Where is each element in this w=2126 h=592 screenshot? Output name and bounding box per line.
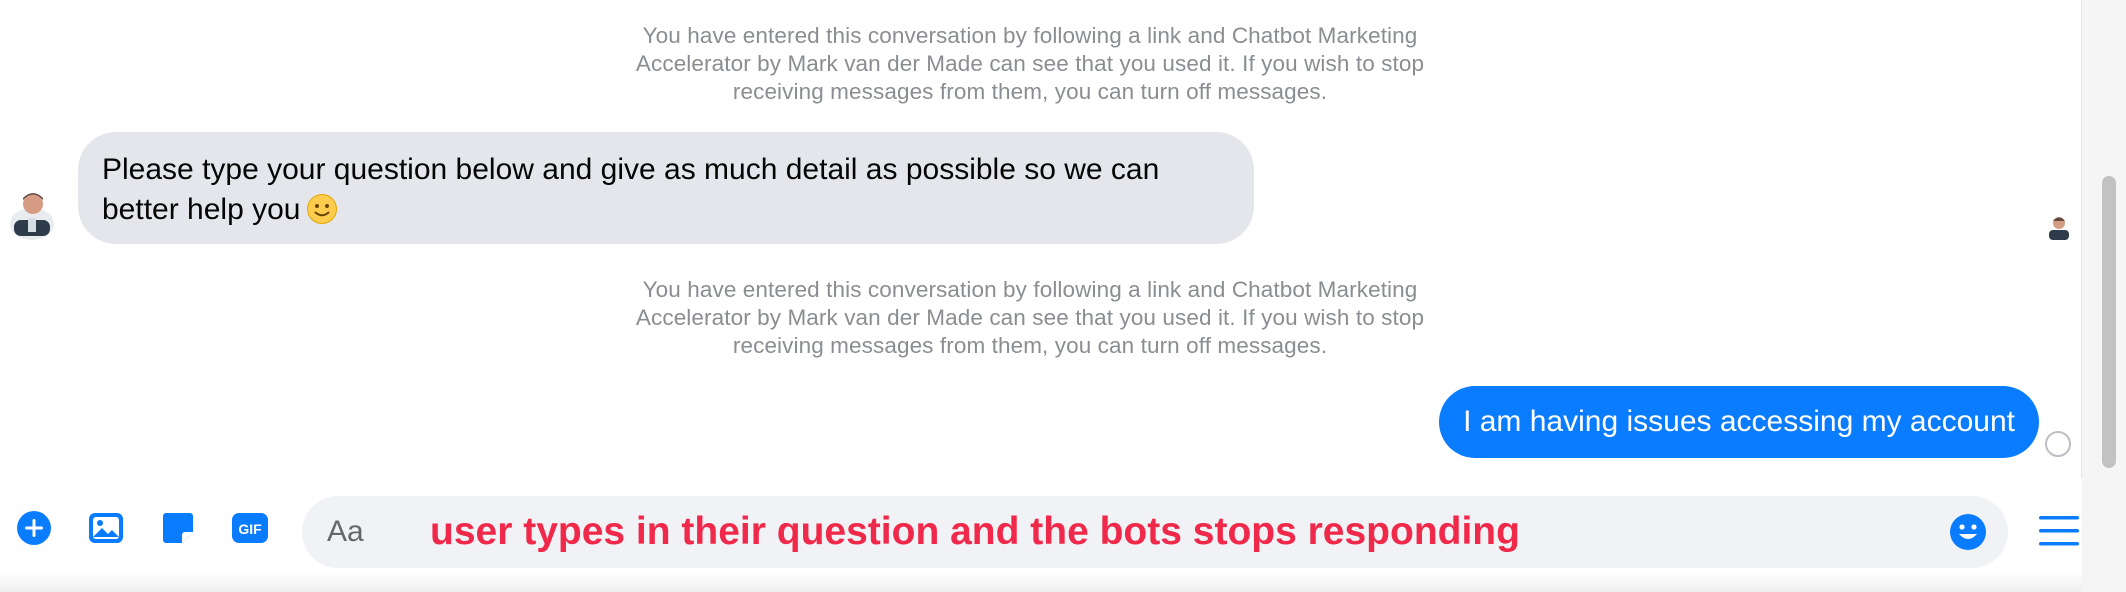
sticker-icon[interactable]	[158, 508, 198, 548]
message-input-placeholder: Aa	[327, 515, 364, 548]
plus-icon[interactable]	[14, 508, 54, 548]
message-input[interactable]: Aa user types in their question and the …	[302, 496, 2008, 568]
user-message-text: I am having issues accessing my account	[1463, 405, 2015, 438]
photo-icon[interactable]	[86, 508, 126, 548]
menu-icon[interactable]	[2038, 514, 2080, 548]
svg-text:GIF: GIF	[238, 521, 262, 537]
message-composer: GIF Aa user types in their question and …	[0, 478, 2082, 592]
message-sent-status-icon	[2045, 431, 2071, 457]
bot-message-bubble[interactable]: Please type your question below and give…	[78, 132, 1254, 244]
user-message-bubble[interactable]: I am having issues accessing my account	[1439, 386, 2039, 458]
annotation-text: user types in their question and the bot…	[430, 510, 1520, 553]
slightly-smiling-face-icon	[306, 193, 338, 236]
gif-icon[interactable]: GIF	[230, 508, 270, 548]
system-notice: You have entered this conversation by fo…	[635, 23, 1425, 104]
scrollbar-thumb[interactable]	[2102, 176, 2116, 468]
read-receipt-avatar	[2045, 212, 2073, 244]
bot-avatar[interactable]	[6, 184, 58, 242]
emoji-icon[interactable]	[1948, 512, 1988, 552]
system-notice: You have entered this conversation by fo…	[635, 277, 1425, 358]
bot-message-text: Please type your question below and give…	[102, 153, 1160, 226]
